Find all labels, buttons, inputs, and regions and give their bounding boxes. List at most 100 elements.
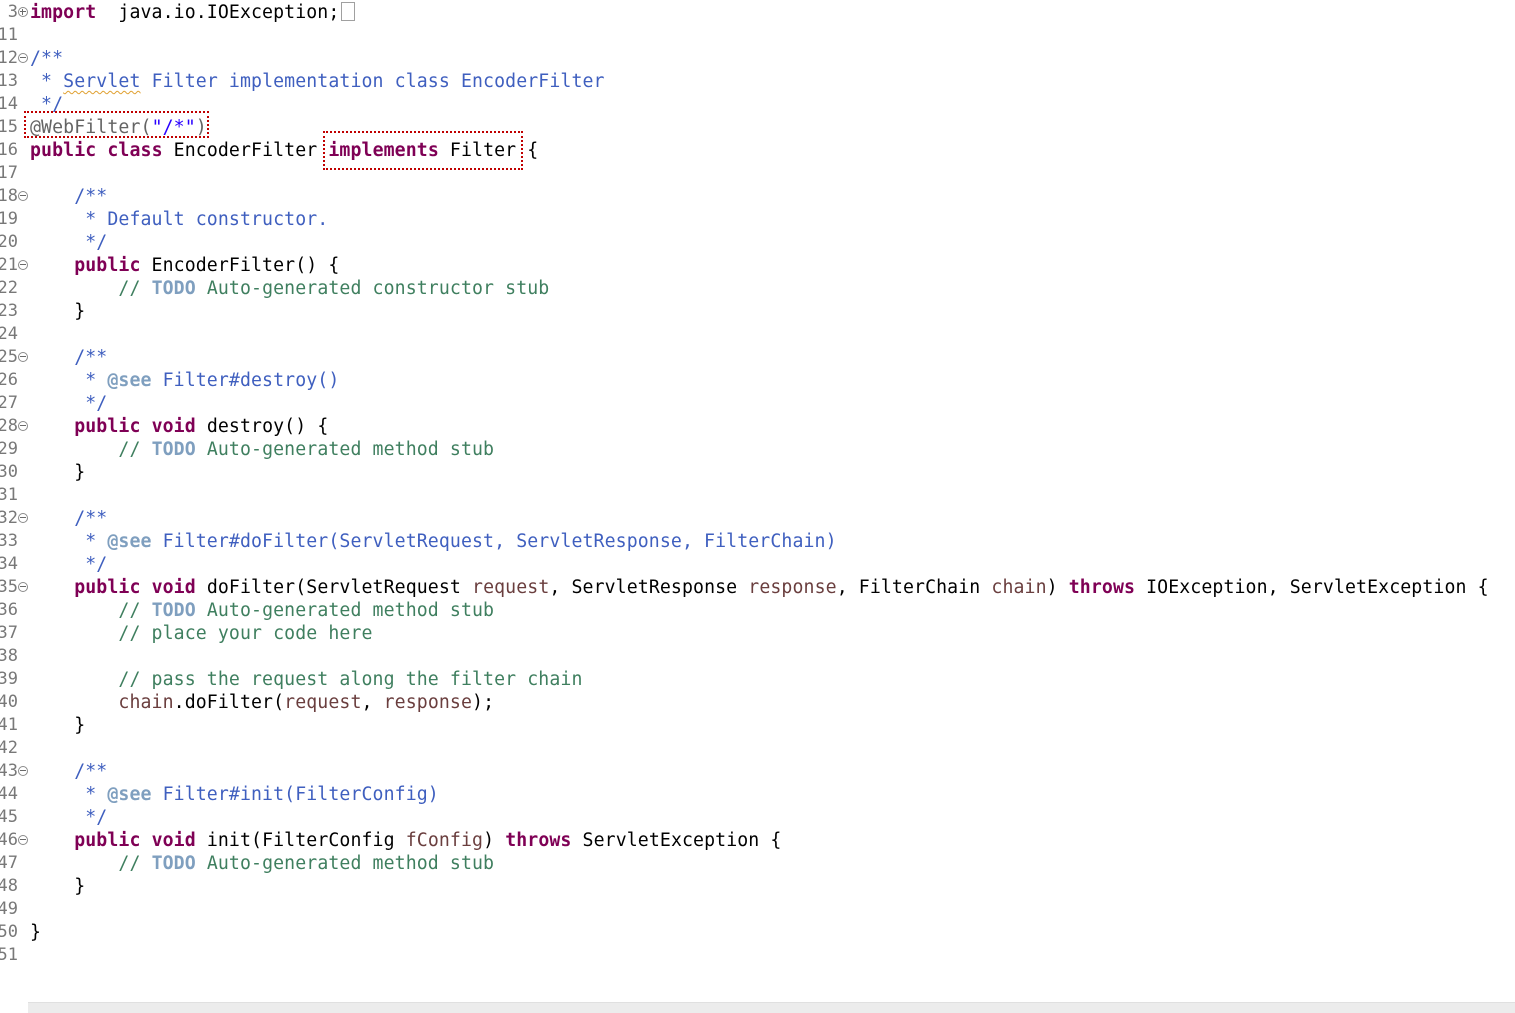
line-number: 11 xyxy=(0,25,18,45)
code-text: } xyxy=(30,300,85,323)
line-number: 48 xyxy=(0,876,18,896)
fold-collapse-icon[interactable] xyxy=(18,191,28,201)
code-token: } xyxy=(30,301,86,322)
code-line[interactable]: 11 xyxy=(0,24,1515,47)
code-line[interactable]: 12 /** xyxy=(0,47,1515,70)
code-line[interactable]: 20 */ xyxy=(0,231,1515,254)
code-line[interactable]: 45 */ xyxy=(0,806,1515,829)
code-token: Servlet xyxy=(63,71,141,92)
code-line[interactable]: 50} xyxy=(0,921,1515,944)
code-token: EncoderFilter xyxy=(162,140,329,161)
code-text: /** xyxy=(30,507,107,530)
line-number: 28 xyxy=(0,416,18,436)
code-line[interactable]: 17 xyxy=(0,162,1515,185)
code-text: @WebFilter("/*") xyxy=(30,116,207,139)
fold-collapse-icon[interactable] xyxy=(18,835,28,845)
code-line[interactable]: 48 } xyxy=(0,875,1515,898)
code-text: */ xyxy=(30,392,107,415)
code-line[interactable]: 22 // TODO Auto-generated constructor st… xyxy=(0,277,1515,300)
code-token: init(FilterConfig xyxy=(195,830,406,851)
code-line[interactable]: 32 /** xyxy=(0,507,1515,530)
code-text: public class EncoderFilter implements Fi… xyxy=(30,139,538,162)
code-token: void xyxy=(151,577,196,598)
code-line[interactable]: 21 public EncoderFilter() { xyxy=(0,254,1515,277)
code-token: */ xyxy=(30,807,108,828)
code-line[interactable]: 27 */ xyxy=(0,392,1515,415)
code-line[interactable]: 19 * Default constructor. xyxy=(0,208,1515,231)
code-token: /** xyxy=(30,186,108,207)
line-number: 47 xyxy=(0,853,18,873)
fold-collapse-icon[interactable] xyxy=(18,766,28,776)
code-token: */ xyxy=(30,554,108,575)
code-text: */ xyxy=(30,231,107,254)
fold-expand-icon[interactable] xyxy=(18,7,28,17)
code-token: void xyxy=(151,830,196,851)
code-line[interactable]: 31 xyxy=(0,484,1515,507)
line-number: 19 xyxy=(0,209,18,229)
code-line[interactable]: 49 xyxy=(0,898,1515,921)
code-text: public void destroy() { xyxy=(30,415,328,438)
code-line[interactable]: 44 * @see Filter#init(FilterConfig) xyxy=(0,783,1515,806)
code-line[interactable]: 36 // TODO Auto-generated method stub xyxy=(0,599,1515,622)
fold-collapse-icon[interactable] xyxy=(18,513,28,523)
code-line[interactable]: 25 /** xyxy=(0,346,1515,369)
code-token: IOException, ServletException { xyxy=(1135,577,1489,598)
line-number: 25 xyxy=(0,347,18,367)
code-line[interactable]: 30 } xyxy=(0,461,1515,484)
code-token: @see xyxy=(107,370,152,391)
code-line[interactable]: 47 // TODO Auto-generated method stub xyxy=(0,852,1515,875)
code-text: */ xyxy=(30,806,107,829)
code-token: TODO xyxy=(151,278,196,299)
code-line[interactable]: 3 import java.io.IOException; xyxy=(0,1,1515,24)
code-line[interactable]: 23 } xyxy=(0,300,1515,323)
code-token: Filter#doFilter(ServletRequest, ServletR… xyxy=(151,531,837,552)
code-token: // xyxy=(30,600,152,621)
code-line[interactable]: 28 public void destroy() { xyxy=(0,415,1515,438)
code-line[interactable]: 14 */ xyxy=(0,93,1515,116)
code-line[interactable]: 26 * @see Filter#destroy() xyxy=(0,369,1515,392)
code-line[interactable]: 39 // pass the request along the filter … xyxy=(0,668,1515,691)
code-token: public xyxy=(30,830,141,851)
fold-collapse-icon[interactable] xyxy=(18,421,28,431)
code-line[interactable]: 24 xyxy=(0,323,1515,346)
line-number: 32 xyxy=(0,508,18,528)
code-token: import xyxy=(30,2,97,23)
line-number: 12 xyxy=(0,48,18,68)
code-line[interactable]: 33 * @see Filter#doFilter(ServletRequest… xyxy=(0,530,1515,553)
fold-collapse-icon[interactable] xyxy=(18,260,28,270)
code-line[interactable]: 37 // place your code here xyxy=(0,622,1515,645)
code-token: ServletException { xyxy=(571,830,782,851)
code-line[interactable]: 41 } xyxy=(0,714,1515,737)
code-line[interactable]: 29 // TODO Auto-generated method stub xyxy=(0,438,1515,461)
code-line[interactable]: 40 chain.doFilter(request, response); xyxy=(0,691,1515,714)
code-line[interactable]: 34 */ xyxy=(0,553,1515,576)
code-token: * xyxy=(30,531,108,552)
fold-collapse-icon[interactable] xyxy=(18,53,28,63)
code-text: // TODO Auto-generated method stub xyxy=(30,852,494,875)
fold-collapse-icon[interactable] xyxy=(18,582,28,592)
line-number: 31 xyxy=(0,485,18,505)
code-line[interactable]: 43 /** xyxy=(0,760,1515,783)
code-text: } xyxy=(30,875,85,898)
code-line[interactable]: 38 xyxy=(0,645,1515,668)
code-editor[interactable]: 3 import java.io.IOException; 11 12/** 13 * … xyxy=(0,0,1515,1002)
code-line[interactable]: 15 @WebFilter("/*") xyxy=(0,116,1515,139)
code-token: // xyxy=(30,278,152,299)
code-line[interactable]: 42 xyxy=(0,737,1515,760)
line-number: 3 xyxy=(7,2,18,22)
horizontal-scrollbar[interactable] xyxy=(28,1002,1515,1013)
code-text: /** xyxy=(30,185,107,208)
code-line[interactable]: 35 public void doFilter(ServletRequest r… xyxy=(0,576,1515,599)
code-line[interactable]: 13 * Servlet Filter implementation class… xyxy=(0,70,1515,93)
code-token: /** xyxy=(30,347,108,368)
folded-imports-marker[interactable] xyxy=(341,2,356,21)
line-number: 30 xyxy=(0,462,18,482)
code-line[interactable]: 46 public void init(FilterConfig fConfig… xyxy=(0,829,1515,852)
code-line[interactable]: 16 public class EncoderFilter implements … xyxy=(0,139,1515,162)
line-number: 24 xyxy=(0,324,18,344)
code-line[interactable]: 51 xyxy=(0,944,1515,967)
fold-collapse-icon[interactable] xyxy=(18,352,28,362)
code-token: , xyxy=(361,692,384,713)
code-line[interactable]: 18 /** xyxy=(0,185,1515,208)
code-token: * Default constructor. xyxy=(30,209,329,230)
